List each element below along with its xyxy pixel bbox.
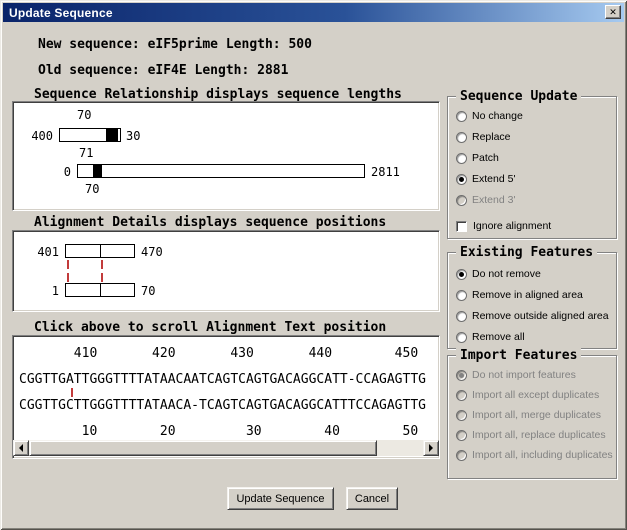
radio-label: Remove outside aligned area xyxy=(472,310,609,322)
existing-features-group-title: Existing Features xyxy=(456,245,597,260)
existing-features-group: Existing Features Do not remove Remove i… xyxy=(447,252,617,349)
radio-label: Patch xyxy=(472,152,499,164)
radio-import-all-except-duplicates: Import all except duplicates xyxy=(456,388,599,402)
radio-icon xyxy=(456,290,467,301)
radio-do-not-remove[interactable]: Do not remove xyxy=(456,267,541,281)
details-header: Alignment Details displays sequence posi… xyxy=(34,215,386,230)
radio-remove-outside-aligned-area[interactable]: Remove outside aligned area xyxy=(456,309,609,323)
radio-icon xyxy=(456,132,467,143)
radio-label: Do not remove xyxy=(472,268,541,280)
radio-icon xyxy=(456,390,467,401)
new-sequence-bar xyxy=(59,128,121,142)
radio-patch[interactable]: Patch xyxy=(456,151,499,165)
sequence-relationship-panel: 70 400 30 71 0 2811 70 xyxy=(12,101,440,211)
align-marker-top-right xyxy=(101,260,103,269)
update-sequence-dialog: Update Sequence ✕ New sequence: eIF5prim… xyxy=(0,0,627,530)
bar-divider xyxy=(100,284,101,296)
scroll-right-button[interactable] xyxy=(423,440,439,456)
old-bar-right-length: 2811 xyxy=(371,165,400,179)
details-top-end: 470 xyxy=(141,245,163,259)
details-top-start: 401 xyxy=(21,245,59,259)
radio-remove-in-aligned-area[interactable]: Remove in aligned area xyxy=(456,288,583,302)
alignment-scrollbar[interactable] xyxy=(13,440,439,456)
arrow-left-icon xyxy=(19,444,23,452)
checkbox-icon xyxy=(456,221,467,232)
radio-icon xyxy=(456,269,467,280)
old-sequence-info: Old sequence: eIF4E Length: 2881 xyxy=(38,63,288,78)
radio-import-all-merge-duplicates: Import all, merge duplicates xyxy=(456,408,601,422)
radio-icon xyxy=(456,153,467,164)
new-bar-aligned-length: 70 xyxy=(77,108,91,122)
align-marker-top-left xyxy=(67,260,69,269)
update-sequence-button[interactable]: Update Sequence xyxy=(227,487,334,510)
radio-icon xyxy=(456,195,467,206)
alignment-text-panel: 410 420 430 440 450 CGGTTGATTGGGTTTTATAA… xyxy=(12,335,440,459)
ruler-top: 410 420 430 440 450 xyxy=(19,346,418,361)
scrollbar-thumb[interactable] xyxy=(29,440,377,456)
sequence-update-group: Sequence Update No change Replace Patch … xyxy=(447,96,617,239)
close-icon[interactable]: ✕ xyxy=(605,5,621,19)
radio-label: No change xyxy=(472,110,523,122)
align-marker-bottom-right xyxy=(101,273,103,282)
arrow-right-icon xyxy=(429,444,433,452)
window-title: Update Sequence xyxy=(9,6,113,20)
radio-import-all-including-duplicates: Import all, including duplicates xyxy=(456,448,613,462)
radio-extend-3: Extend 3' xyxy=(456,193,515,207)
old-sequence-bar xyxy=(77,164,365,178)
new-bar-below-length: 71 xyxy=(79,146,93,160)
new-aligned-region-fill xyxy=(106,129,118,141)
details-bottom-bar[interactable] xyxy=(65,283,135,297)
radio-icon xyxy=(456,450,467,461)
radio-label: Do not import features xyxy=(472,369,576,381)
sequence-update-group-title: Sequence Update xyxy=(456,89,581,104)
radio-label: Import all except duplicates xyxy=(472,389,599,401)
old-bar-below-length: 70 xyxy=(85,182,99,196)
sequence-old: CGGTTGCTTGGGTTTTATAACA-TCAGTCAGTGACAGGCA… xyxy=(19,398,426,413)
details-bottom-end: 70 xyxy=(141,284,155,298)
align-marker-bottom-left xyxy=(67,273,69,282)
old-aligned-region-fill xyxy=(93,165,102,177)
radio-icon xyxy=(456,370,467,381)
radio-no-change[interactable]: No change xyxy=(456,109,523,123)
radio-icon xyxy=(456,430,467,441)
old-bar-left-length: 0 xyxy=(49,165,71,179)
radio-icon xyxy=(456,410,467,421)
title-bar[interactable]: Update Sequence xyxy=(3,3,624,22)
new-sequence-info: New sequence: eIF5prime Length: 500 xyxy=(38,37,312,52)
ruler-bottom: 10 20 30 40 50 xyxy=(19,424,418,439)
relationship-header: Sequence Relationship displays sequence … xyxy=(34,87,402,102)
radio-replace[interactable]: Replace xyxy=(456,130,511,144)
cancel-button[interactable]: Cancel xyxy=(346,487,398,510)
radio-label: Import all, including duplicates xyxy=(472,449,613,461)
radio-label: Import all, merge duplicates xyxy=(472,409,601,421)
radio-icon xyxy=(456,174,467,185)
radio-import-all-replace-duplicates: Import all, replace duplicates xyxy=(456,428,606,442)
mismatch-marker xyxy=(71,388,73,397)
import-features-group-title: Import Features xyxy=(456,348,581,363)
checkbox-label: Ignore alignment xyxy=(473,220,551,232)
scroll-left-button[interactable] xyxy=(13,440,29,456)
ignore-alignment-checkbox[interactable]: Ignore alignment xyxy=(456,219,551,233)
radio-label: Extend 3' xyxy=(472,194,515,206)
import-features-group: Import Features Do not import features I… xyxy=(447,355,617,479)
radio-label: Import all, replace duplicates xyxy=(472,429,606,441)
radio-label: Replace xyxy=(472,131,511,143)
radio-label: Remove all xyxy=(472,331,525,343)
new-bar-left-length: 400 xyxy=(19,129,53,143)
radio-extend-5[interactable]: Extend 5' xyxy=(456,172,515,186)
radio-label: Extend 5' xyxy=(472,173,515,185)
details-top-bar[interactable] xyxy=(65,244,135,258)
sequence-new: CGGTTGATTGGGTTTTATAACAATCAGTCAGTGACAGGCA… xyxy=(19,372,426,387)
radio-icon xyxy=(456,311,467,322)
radio-icon xyxy=(456,332,467,343)
details-bottom-start: 1 xyxy=(21,284,59,298)
radio-do-not-import-features: Do not import features xyxy=(456,368,576,382)
radio-label: Remove in aligned area xyxy=(472,289,583,301)
radio-icon xyxy=(456,111,467,122)
new-bar-right-length: 30 xyxy=(126,129,140,143)
bar-divider xyxy=(100,245,101,257)
alignment-details-panel[interactable]: 401 470 1 70 xyxy=(12,230,440,312)
radio-remove-all[interactable]: Remove all xyxy=(456,330,525,344)
alignment-text-header: Click above to scroll Alignment Text pos… xyxy=(34,320,386,335)
